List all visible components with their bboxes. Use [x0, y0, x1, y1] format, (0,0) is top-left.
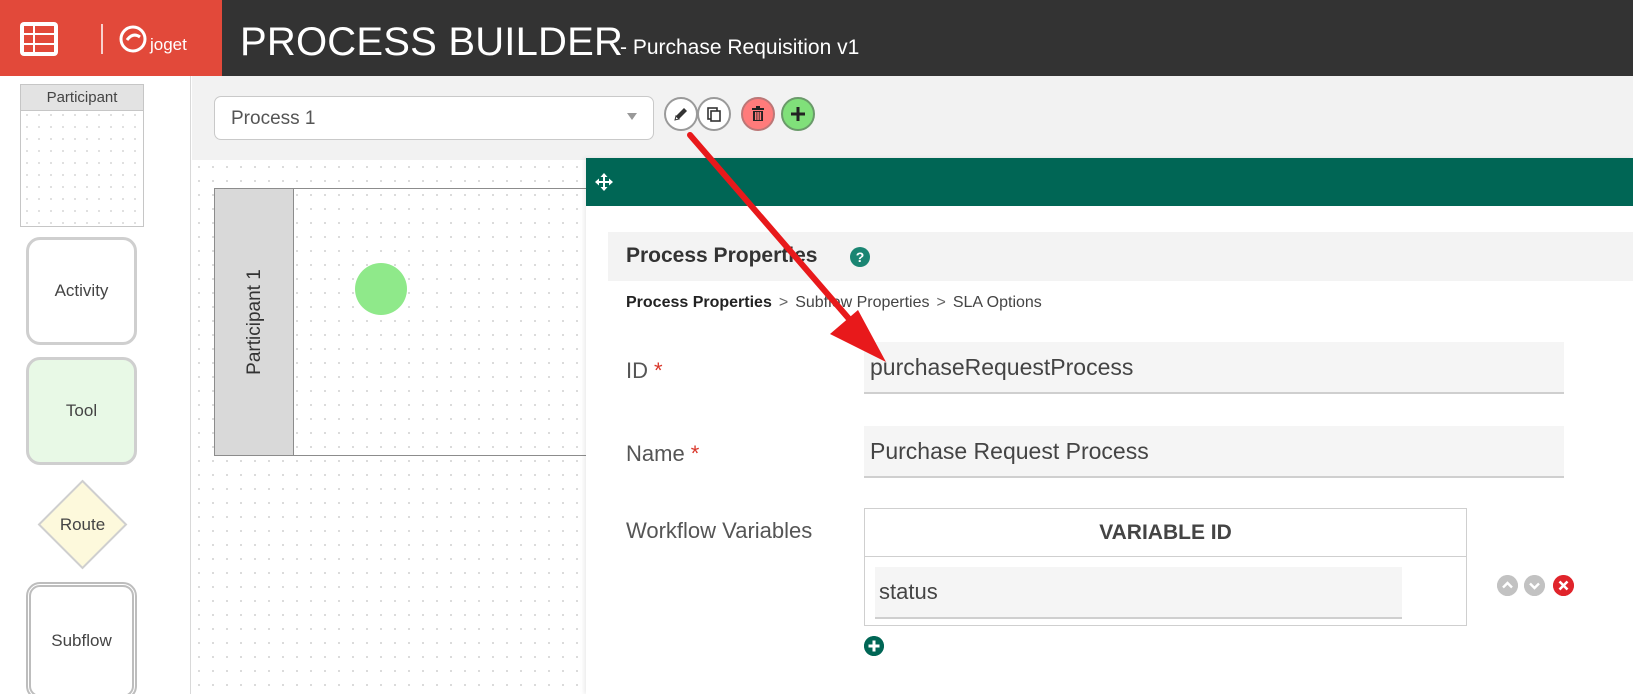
plus-icon [791, 107, 805, 121]
process-canvas[interactable]: Participant 1 [192, 160, 586, 694]
palette-activity[interactable]: Activity [26, 237, 137, 345]
breadcrumb-separator: > [778, 294, 789, 311]
help-icon[interactable]: ? [850, 247, 870, 267]
palette-tool-label: Tool [65, 401, 98, 420]
process-select-value: Process 1 [231, 108, 316, 129]
properties-title-bar: Process Properties ? [608, 232, 1633, 281]
process-toolbar: Process 1 [192, 76, 1633, 160]
move-icon[interactable] [594, 172, 614, 192]
properties-breadcrumb: Process Properties > Subflow Properties > SL… [626, 294, 1042, 312]
logo-text: joget [150, 35, 187, 54]
element-palette: Participant Activity Tool Route Subflow [0, 76, 191, 694]
name-field[interactable] [864, 426, 1564, 478]
required-mark: * [690, 441, 700, 466]
app-subtitle: - Purchase Requisition v1 [620, 36, 860, 59]
copy-process-button[interactable] [697, 97, 731, 131]
chevron-down-icon [627, 113, 637, 120]
panel-drag-bar[interactable] [586, 158, 1633, 206]
move-up-icon[interactable] [1497, 575, 1518, 596]
variable-id-input[interactable] [875, 567, 1402, 619]
process-builder-screen: joget PROCESS BUILDER - Purchase Requisi… [0, 0, 1633, 694]
breadcrumb-subflow-properties[interactable]: Subflow Properties [795, 294, 929, 311]
workflow-variables-table: VARIABLE ID [864, 508, 1467, 626]
properties-title: Process Properties [626, 244, 818, 267]
app-title: PROCESS BUILDER [240, 20, 624, 64]
workflow-variables-label: Workflow Variables [626, 518, 813, 543]
copy-icon [707, 107, 721, 122]
properties-panel: Process Properties ? Process Properties >… [586, 158, 1633, 694]
participant-lane-label: Participant 1 [244, 269, 265, 375]
variable-id-column-header: VARIABLE ID [865, 509, 1466, 557]
palette-activity-label: Activity [54, 281, 109, 300]
delete-row-icon[interactable] [1553, 575, 1574, 596]
id-field[interactable] [864, 342, 1564, 394]
app-header: joget PROCESS BUILDER - Purchase Requisi… [0, 0, 1633, 76]
process-select[interactable]: Process 1 [214, 96, 654, 140]
joget-logo: joget [118, 22, 218, 62]
move-down-icon[interactable] [1524, 575, 1545, 596]
required-mark: * [654, 358, 663, 383]
add-row-icon[interactable] [864, 636, 884, 656]
participant-lane-header[interactable]: Participant 1 [215, 189, 294, 455]
start-node[interactable] [355, 263, 407, 315]
id-label: ID * [626, 358, 663, 384]
brand-area: joget [0, 0, 222, 76]
palette-subflow[interactable]: Subflow [26, 582, 137, 694]
brand-divider [101, 24, 103, 54]
breadcrumb-process-properties[interactable]: Process Properties [626, 294, 772, 311]
palette-subflow-label: Subflow [51, 631, 112, 650]
palette-participant-label: Participant [21, 85, 143, 111]
participant-lane[interactable]: Participant 1 [214, 188, 586, 456]
breadcrumb-sla-options[interactable]: SLA Options [953, 294, 1042, 311]
palette-route[interactable]: Route [37, 479, 128, 570]
palette-route-label: Route [59, 514, 106, 534]
add-process-button[interactable] [781, 97, 815, 131]
name-label-text: Name [626, 441, 685, 466]
palette-participant[interactable]: Participant [20, 84, 144, 227]
trash-icon [752, 106, 764, 121]
joget-logo-icon [119, 25, 147, 53]
name-label: Name * [626, 441, 699, 467]
grid-menu-icon[interactable] [20, 22, 58, 56]
pencil-icon [674, 108, 687, 121]
id-label-text: ID [626, 358, 648, 383]
breadcrumb-separator: > [936, 294, 946, 311]
edit-process-button[interactable] [664, 97, 698, 131]
delete-process-button[interactable] [741, 97, 775, 131]
palette-tool[interactable]: Tool [26, 357, 137, 465]
